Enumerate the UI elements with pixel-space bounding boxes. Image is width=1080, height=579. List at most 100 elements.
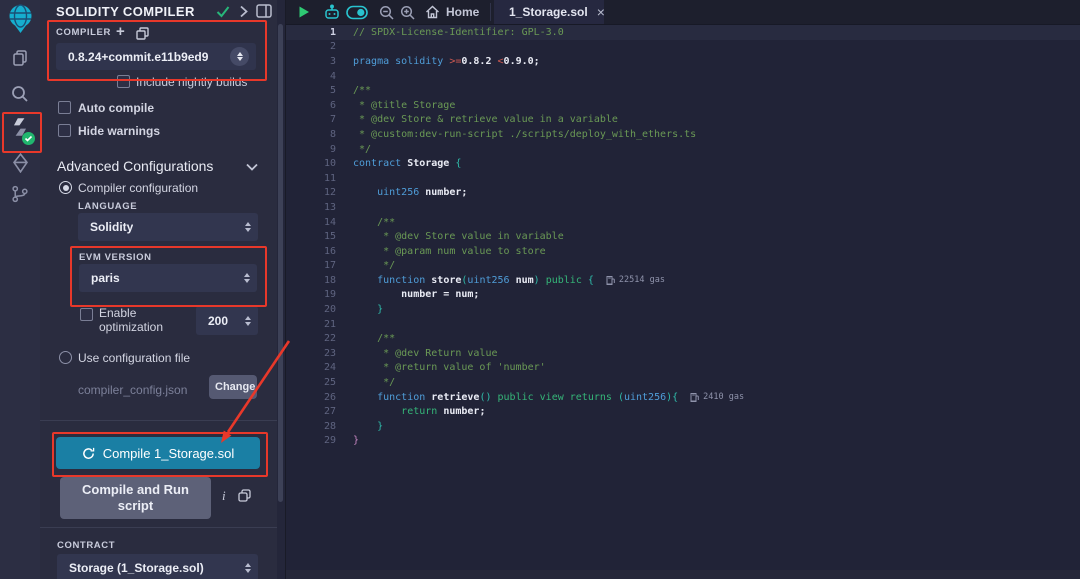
- compiler-version-select[interactable]: 0.8.24+commit.e11b9ed9: [56, 43, 256, 70]
- code-line-14[interactable]: 14 /**: [286, 215, 1080, 230]
- line-number: 22: [286, 333, 336, 344]
- code-text: */: [353, 377, 395, 388]
- code-line-15[interactable]: 15 * @dev Store value in variable: [286, 229, 1080, 244]
- copy-script-icon[interactable]: [238, 489, 251, 502]
- code-text: * @dev Return value: [353, 348, 498, 359]
- home-tab[interactable]: Home: [425, 0, 479, 24]
- optimization-runs-input[interactable]: 200: [196, 306, 258, 335]
- language-select[interactable]: Solidity: [78, 213, 258, 241]
- code-line-9[interactable]: 9 */: [286, 142, 1080, 157]
- code-line-11[interactable]: 11: [286, 171, 1080, 186]
- code-line-27[interactable]: 27 return number;: [286, 404, 1080, 419]
- remix-ide-window: SOLIDITY COMPILER COMPILER + 0.8.24+comm…: [0, 0, 1080, 579]
- advanced-configurations-title[interactable]: Advanced Configurations: [57, 158, 213, 174]
- zoom-out-icon[interactable]: [379, 0, 394, 24]
- compile-and-run-button[interactable]: Compile and Run script: [60, 477, 211, 519]
- line-number: 15: [286, 231, 336, 242]
- code-line-7[interactable]: 7 * @dev Store & retrieve value in a var…: [286, 113, 1080, 128]
- code-text: contract Storage {: [353, 158, 461, 169]
- compiler-config-radio[interactable]: [59, 181, 72, 194]
- code-text: }: [353, 304, 383, 315]
- code-text: /**: [353, 217, 395, 228]
- evm-version-select[interactable]: paris: [79, 264, 257, 292]
- editor-horizontal-scrollbar[interactable]: [286, 570, 1080, 579]
- runs-stepper-icon: [245, 316, 251, 326]
- remix-logo[interactable]: [0, 4, 40, 34]
- code-line-18[interactable]: 18 function store(uint256 num) public {2…: [286, 273, 1080, 288]
- line-number: 2: [286, 41, 336, 52]
- auto-compile-checkbox[interactable]: [58, 101, 71, 114]
- code-line-5[interactable]: 5/**: [286, 83, 1080, 98]
- code-line-20[interactable]: 20 }: [286, 302, 1080, 317]
- language-stepper-icon: [245, 222, 251, 232]
- hide-warnings-checkbox[interactable]: [58, 124, 71, 137]
- line-number: 8: [286, 129, 336, 140]
- code-line-2[interactable]: 2: [286, 40, 1080, 55]
- divider: [490, 3, 491, 21]
- chevron-right-icon[interactable]: [239, 5, 248, 18]
- close-tab-icon[interactable]: ×: [597, 6, 605, 18]
- copy-compiler-icon[interactable]: [136, 27, 149, 40]
- enable-optimization-checkbox[interactable]: [80, 308, 93, 321]
- side-panel-scrollbar[interactable]: [278, 24, 283, 502]
- line-number: 14: [286, 217, 336, 228]
- code-text: }: [353, 421, 383, 432]
- code-line-23[interactable]: 23 * @dev Return value: [286, 346, 1080, 361]
- change-config-button[interactable]: Change: [209, 375, 257, 399]
- use-config-file-radio[interactable]: [59, 351, 72, 364]
- tab-1-storage-sol[interactable]: 1_Storage.sol ×: [494, 0, 604, 24]
- code-text: return number;: [353, 406, 485, 417]
- include-nightly-checkbox[interactable]: [117, 75, 130, 88]
- code-line-21[interactable]: 21: [286, 317, 1080, 332]
- code-line-10[interactable]: 10contract Storage {: [286, 156, 1080, 171]
- robot-icon[interactable]: [323, 0, 341, 24]
- divider: [40, 420, 277, 421]
- compile-button[interactable]: Compile 1_Storage.sol: [56, 437, 260, 469]
- config-file-name: compiler_config.json: [78, 383, 187, 397]
- enable-optimization-label: Enable optimization: [99, 306, 179, 334]
- code-line-16[interactable]: 16 * @param num value to store: [286, 244, 1080, 259]
- code-text: * @dev Store value in variable: [353, 231, 564, 242]
- compile-success-badge: [22, 132, 35, 145]
- code-line-17[interactable]: 17 */: [286, 259, 1080, 274]
- code-text: number = num;: [353, 289, 479, 300]
- code-line-24[interactable]: 24 * @return value of 'number': [286, 361, 1080, 376]
- code-line-22[interactable]: 22 /**: [286, 331, 1080, 346]
- panel-layout-icon[interactable]: [256, 4, 272, 18]
- code-text: * @return value of 'number': [353, 362, 546, 373]
- add-compiler-icon[interactable]: +: [116, 23, 125, 40]
- code-line-3[interactable]: 3pragma solidity >=0.8.2 <0.9.0;: [286, 54, 1080, 69]
- code-line-28[interactable]: 28 }: [286, 419, 1080, 434]
- line-number: 24: [286, 362, 336, 373]
- code-line-8[interactable]: 8 * @custom:dev-run-script ./scripts/dep…: [286, 127, 1080, 142]
- code-text: * @title Storage: [353, 100, 455, 111]
- code-line-4[interactable]: 4: [286, 69, 1080, 84]
- code-line-6[interactable]: 6 * @title Storage: [286, 98, 1080, 113]
- search-icon[interactable]: [0, 84, 40, 104]
- code-line-26[interactable]: 26 function retrieve() public view retur…: [286, 390, 1080, 405]
- file-explorer-icon[interactable]: [0, 48, 40, 68]
- line-number: 6: [286, 100, 336, 111]
- code-line-1[interactable]: 1// SPDX-License-Identifier: GPL-3.0: [286, 25, 1080, 40]
- code-line-19[interactable]: 19 number = num;: [286, 288, 1080, 303]
- play-icon[interactable]: [297, 0, 311, 24]
- code-line-13[interactable]: 13: [286, 200, 1080, 215]
- git-icon[interactable]: [0, 185, 40, 203]
- zoom-in-icon[interactable]: [400, 0, 415, 24]
- info-icon[interactable]: i: [222, 488, 226, 504]
- line-number: 16: [286, 246, 336, 257]
- toggle-on-icon[interactable]: [346, 0, 368, 24]
- code-line-12[interactable]: 12 uint256 number;: [286, 186, 1080, 201]
- chevron-down-icon[interactable]: [246, 163, 258, 171]
- code-line-29[interactable]: 29}: [286, 434, 1080, 449]
- home-icon: [425, 5, 440, 19]
- contract-stepper-icon: [245, 563, 251, 573]
- line-number: 11: [286, 173, 336, 184]
- line-number: 3: [286, 56, 336, 67]
- tab-label: 1_Storage.sol: [509, 5, 588, 19]
- code-line-25[interactable]: 25 */: [286, 375, 1080, 390]
- solidity-compiler-icon[interactable]: [0, 116, 40, 138]
- deploy-run-icon[interactable]: [0, 153, 40, 173]
- contract-select[interactable]: Storage (1_Storage.sol): [57, 554, 258, 579]
- hide-warnings-label: Hide warnings: [78, 124, 160, 138]
